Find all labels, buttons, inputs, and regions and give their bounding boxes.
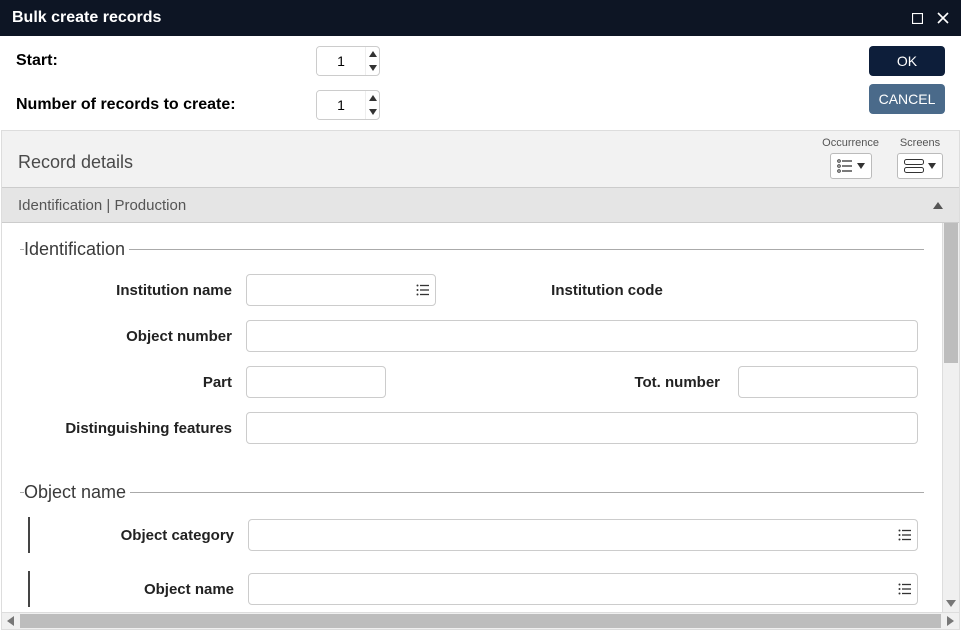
top-controls: Start: Number of records to create: OK (0, 36, 961, 130)
count-step-down[interactable] (366, 105, 379, 119)
institution-name-input[interactable] (246, 274, 436, 306)
rows-icon (904, 159, 924, 173)
scroll-down-icon[interactable] (943, 595, 959, 612)
dialog-title: Bulk create records (12, 9, 161, 27)
part-input[interactable] (246, 366, 386, 398)
object-category-input[interactable] (248, 519, 918, 551)
record-details-panel: Record details Occurrence Screens Identi… (1, 130, 960, 630)
ok-button[interactable]: OK (869, 46, 945, 76)
distinguishing-label: Distinguishing features (26, 420, 236, 437)
object-name-field-label: Object name (40, 581, 238, 598)
tot-number-label: Tot. number (396, 374, 728, 391)
count-input[interactable] (317, 91, 365, 119)
object-category-picker-icon[interactable] (898, 529, 912, 541)
count-step-up[interactable] (366, 91, 379, 105)
scroll-left-icon[interactable] (2, 613, 19, 629)
list-icon (837, 159, 853, 173)
dialog-titlebar: Bulk create records (0, 0, 961, 36)
object-number-label: Object number (26, 328, 236, 345)
tab-identification-production[interactable]: Identification | Production (18, 197, 186, 214)
scroll-right-icon[interactable] (942, 613, 959, 629)
maximize-icon[interactable] (912, 13, 923, 24)
tab-bar: Identification | Production (2, 187, 959, 223)
start-label: Start: (16, 52, 316, 70)
start-spinner (316, 46, 380, 76)
object-number-input[interactable] (246, 320, 918, 352)
identification-legend: Identification (24, 239, 129, 260)
vertical-scroll-thumb[interactable] (944, 223, 958, 363)
repeat-handle[interactable] (28, 517, 30, 553)
object-name-group: Object name Object category (20, 482, 924, 612)
chevron-down-icon (857, 163, 865, 169)
record-details-title: Record details (18, 152, 133, 179)
collapse-icon[interactable] (933, 196, 943, 214)
object-category-label: Object category (40, 527, 238, 544)
tot-number-input[interactable] (738, 366, 918, 398)
screens-dropdown[interactable] (897, 153, 943, 179)
horizontal-scroll-thumb[interactable] (20, 614, 941, 628)
identification-group: Identification Institution name Institut… (20, 239, 924, 458)
occurrence-label: Occurrence (822, 137, 879, 149)
start-input[interactable] (317, 47, 365, 75)
start-step-down[interactable] (366, 61, 379, 75)
object-name-legend: Object name (24, 482, 130, 503)
horizontal-scrollbar[interactable] (2, 612, 959, 629)
occurrence-dropdown[interactable] (830, 153, 872, 179)
form-area: Identification Institution name Institut… (2, 223, 942, 612)
object-name-picker-icon[interactable] (898, 583, 912, 595)
count-spinner (316, 90, 380, 120)
institution-name-picker-icon[interactable] (416, 284, 430, 296)
vertical-scrollbar[interactable] (942, 223, 959, 612)
cancel-button[interactable]: CANCEL (869, 84, 945, 114)
object-name-input[interactable] (248, 573, 918, 605)
chevron-down-icon (928, 163, 936, 169)
institution-name-label: Institution name (26, 282, 236, 299)
institution-code-label: Institution code (446, 282, 768, 299)
part-label: Part (26, 374, 236, 391)
start-step-up[interactable] (366, 47, 379, 61)
repeat-handle[interactable] (28, 571, 30, 607)
screens-label: Screens (900, 137, 940, 149)
distinguishing-input[interactable] (246, 412, 918, 444)
close-icon[interactable] (937, 12, 949, 24)
count-label: Number of records to create: (16, 96, 316, 114)
